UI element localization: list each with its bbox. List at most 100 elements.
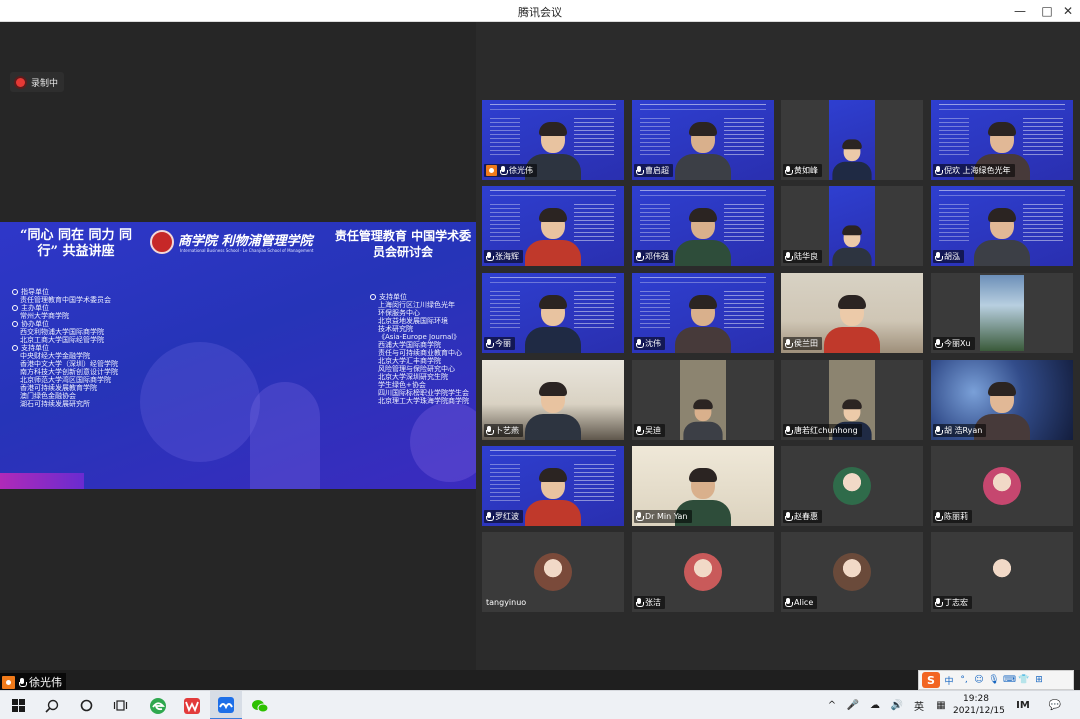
participant-video-person (832, 139, 872, 180)
participant-tile[interactable]: 陆华良 (781, 186, 923, 266)
participant-name: 胡 浩Ryan (944, 426, 983, 435)
organizer-item: 环保服务中心 (378, 309, 420, 317)
taskbar-clock[interactable]: 19:28 2021/12/15 (953, 693, 1005, 717)
record-icon (16, 77, 25, 87)
organizer-item: 常州大学商学院 (20, 312, 69, 320)
tray-im-icon[interactable]: IM (1012, 691, 1034, 719)
organizer-item: 香港可持续发展教育学院 (20, 384, 97, 392)
participant-tile[interactable]: 黄如峰 (781, 100, 923, 180)
participant-tile[interactable]: 倪欢 上海绿色光年 (931, 100, 1073, 180)
microphone-icon (785, 339, 793, 348)
clock-time: 19:28 (963, 694, 989, 704)
tray-overflow-chevron-icon[interactable]: ^ (824, 691, 840, 719)
participant-name-tag: 黄如峰 (783, 164, 822, 177)
participant-tile[interactable]: 今丽 (482, 273, 624, 353)
participant-tile[interactable]: 沈伟 (632, 273, 774, 353)
participant-tile[interactable]: 徐光伟 (482, 100, 624, 180)
ime-toolbox-icon[interactable]: ⊞ (1033, 675, 1045, 685)
participant-tile[interactable]: 今丽Xu (931, 273, 1073, 353)
ime-keyboard-icon[interactable]: ⌨ (1003, 675, 1016, 685)
recording-indicator[interactable]: 录制中 (10, 72, 65, 92)
slide-school-name: 商学院 利物浦管理学院 (178, 234, 313, 249)
participant-name: 陈丽莉 (944, 512, 968, 521)
participant-video-person (675, 122, 731, 180)
organizer-item: 北京理工大学珠海学院商学院 (378, 397, 469, 405)
microphone-icon (486, 426, 494, 435)
participant-tile[interactable]: 胡泓 (931, 186, 1073, 266)
taskbar-wechat-app[interactable] (244, 691, 276, 719)
tray-onedrive-icon[interactable]: ☁ (866, 691, 884, 719)
microphone-icon (935, 512, 943, 521)
participant-name-tag: 沈伟 (634, 337, 665, 350)
close-button[interactable]: ✕ (1055, 0, 1080, 22)
organizer-item: 北京大学汇丰商学院 (378, 357, 441, 365)
microphone-icon (785, 166, 793, 175)
participant-tile[interactable]: 侯兰田 (781, 273, 923, 353)
cortana-button[interactable] (70, 691, 102, 719)
participant-tile[interactable]: 胡 浩Ryan (931, 360, 1073, 440)
organizer-section-heading: 指导单位 (12, 288, 118, 296)
organizer-item: 责任与可持续商业教育中心 (378, 349, 462, 357)
organizer-section-heading: 协办单位 (12, 320, 118, 328)
microphone-icon (636, 252, 644, 261)
microphone-icon (785, 598, 793, 607)
participant-tile[interactable]: Dr Min Yan (632, 446, 774, 526)
search-button[interactable] (36, 691, 68, 719)
start-button[interactable] (2, 691, 34, 719)
tray-volume-icon[interactable]: 🔊 (888, 691, 906, 719)
ime-punctuation-icon[interactable]: °, (958, 675, 970, 685)
tray-input-language-icon[interactable]: 英 (910, 691, 928, 719)
organizer-item: 南方科技大学创新创意设计学院 (20, 368, 118, 376)
clock-date: 2021/12/15 (953, 706, 1005, 716)
profile-avatar (534, 553, 572, 591)
search-icon (45, 699, 59, 713)
task-view-button[interactable] (104, 691, 136, 719)
ime-emoji-icon[interactable]: ☺ (973, 675, 985, 685)
ime-mode-toggle[interactable]: 中 (943, 674, 955, 687)
microphone-icon (636, 339, 644, 348)
participant-tile[interactable]: Alice (781, 532, 923, 612)
notification-center-icon[interactable]: 💬 (1044, 691, 1066, 719)
tray-microphone-icon[interactable]: 🎤 (844, 691, 862, 719)
participant-video-person (525, 468, 581, 526)
participant-tile[interactable]: 罗红波 (482, 446, 624, 526)
participant-tile[interactable]: 张洁 (632, 532, 774, 612)
minimize-button[interactable]: — (1007, 0, 1033, 22)
ime-skin-icon[interactable]: 👕 (1018, 675, 1030, 685)
tray-ime-icon[interactable]: ▦ (932, 691, 950, 719)
microphone-icon (636, 512, 644, 521)
participant-tile[interactable]: 吴迪 (632, 360, 774, 440)
taskbar-wps-app[interactable] (176, 691, 208, 719)
organizer-item: 责任管理教育中国学术委员会 (20, 296, 111, 304)
participant-name-tag: 胡 浩Ryan (933, 424, 987, 437)
organizer-item: 北京师范大学湾区国际商学院 (20, 376, 111, 384)
profile-avatar (684, 553, 722, 591)
participant-tile[interactable]: 邓伟强 (632, 186, 774, 266)
ime-voice-icon[interactable]: 🎙 (988, 675, 1000, 685)
participant-tile[interactable]: tangyinuo (482, 532, 624, 612)
profile-avatar (983, 467, 1021, 505)
taskbar-tencent-meeting-app[interactable] (210, 691, 242, 719)
participant-tile[interactable]: 赵春惠 (781, 446, 923, 526)
ime-toolbar[interactable]: S 中 °, ☺ 🎙 ⌨ 👕 ⊞ (918, 670, 1074, 690)
participant-tile[interactable]: 卜艺燕 (482, 360, 624, 440)
participant-tile[interactable]: 丁志宏 (931, 532, 1073, 612)
windows-logo-icon (11, 699, 25, 712)
organizer-item: 技术研究院 (378, 325, 413, 333)
participant-video-person (974, 208, 1030, 266)
participant-video-person (683, 399, 723, 440)
participant-tile[interactable]: 陈丽莉 (931, 446, 1073, 526)
microphone-icon (486, 512, 494, 521)
participant-name: 罗红波 (495, 512, 519, 521)
organizer-item: 北京大学深圳研究生院 (378, 373, 448, 381)
recording-label: 录制中 (31, 78, 59, 89)
participant-tile[interactable]: 曹启超 (632, 100, 774, 180)
participant-name-tag: 侯兰田 (783, 337, 822, 350)
participant-name-tag: 张洁 (634, 596, 665, 609)
active-speaker-name: 徐光伟 (29, 676, 62, 689)
sogou-ime-icon[interactable]: S (922, 672, 940, 688)
participant-tile[interactable]: 张海辉 (482, 186, 624, 266)
taskbar-edge-app[interactable] (142, 691, 174, 719)
participant-tile[interactable]: 唐若红chunhong (781, 360, 923, 440)
participant-name-tag: 邓伟强 (634, 250, 673, 263)
